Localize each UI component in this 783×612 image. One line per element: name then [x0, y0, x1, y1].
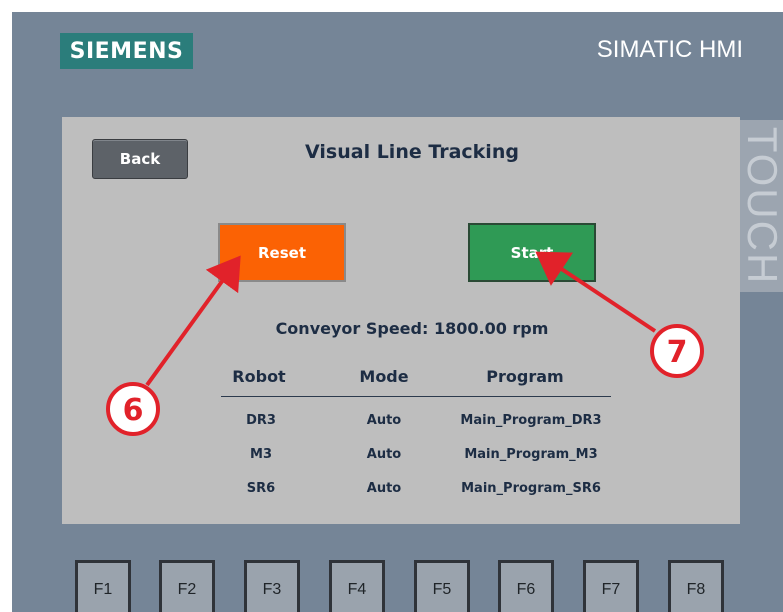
function-key-f3[interactable]: F3	[244, 560, 300, 612]
function-key-f6[interactable]: F6	[498, 560, 554, 612]
conveyor-speed-readout: Conveyor Speed: 1800.00 rpm	[275, 319, 549, 338]
table-cell-mode: Auto	[366, 481, 402, 496]
function-key-f7[interactable]: F7	[583, 560, 639, 612]
function-key-label: F5	[432, 580, 452, 598]
page-title: Visual Line Tracking	[305, 141, 519, 163]
table-header-mode: Mode	[359, 367, 409, 386]
function-key-f4[interactable]: F4	[329, 560, 385, 612]
table-header-program: Program	[486, 367, 564, 386]
function-key-label: F4	[347, 580, 367, 598]
table-cell-program: Main_Program_DR3	[460, 413, 602, 428]
table-cell-mode: Auto	[366, 413, 402, 428]
table-header-robot: Robot	[232, 367, 286, 386]
table-cell-robot: DR3	[246, 413, 276, 428]
function-key-f5[interactable]: F5	[414, 560, 470, 612]
table-cell-robot: SR6	[246, 481, 276, 496]
function-key-label: F2	[177, 580, 197, 598]
siemens-logo: SIEMENS	[60, 33, 193, 69]
touch-text: TOUCH	[740, 126, 783, 286]
function-key-f2[interactable]: F2	[159, 560, 215, 612]
function-key-f8[interactable]: F8	[668, 560, 724, 612]
function-key-f1[interactable]: F1	[75, 560, 131, 612]
hmi-screen: Back Visual Line Tracking Reset Start Co…	[62, 117, 740, 524]
function-key-label: F8	[686, 580, 706, 598]
product-name: SIMATIC HMI	[596, 36, 743, 63]
table-cell-mode: Auto	[366, 447, 402, 462]
table-header-divider	[221, 396, 611, 397]
reset-button[interactable]: Reset	[218, 223, 346, 282]
table-cell-program: Main_Program_SR6	[461, 481, 601, 496]
function-key-label: F7	[601, 580, 621, 598]
start-button[interactable]: Start	[468, 223, 596, 282]
function-key-label: F3	[262, 580, 282, 598]
touch-side-label: TOUCH	[740, 120, 783, 292]
table-cell-robot: M3	[250, 447, 272, 462]
table-cell-program: Main_Program_M3	[464, 447, 598, 462]
function-key-label: F1	[93, 580, 113, 598]
back-button[interactable]: Back	[92, 139, 188, 179]
function-key-label: F6	[516, 580, 536, 598]
